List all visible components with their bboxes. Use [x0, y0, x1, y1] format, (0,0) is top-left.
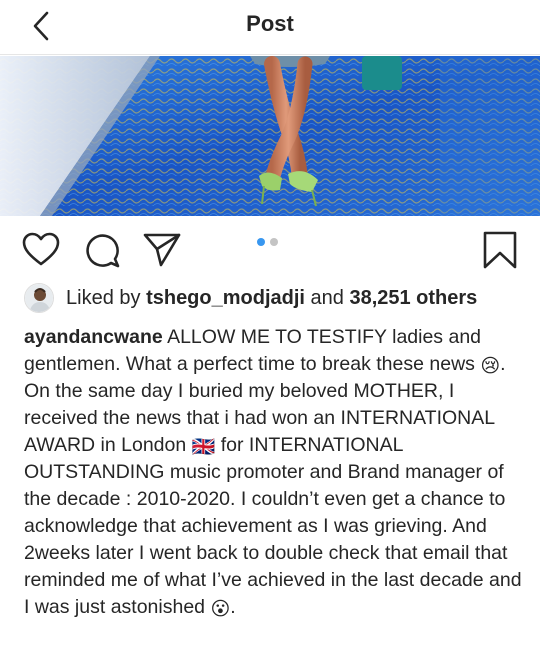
liker-avatar[interactable]: [24, 283, 54, 313]
comment-icon: [86, 234, 120, 268]
share-button[interactable]: [142, 230, 182, 270]
post-image[interactable]: [0, 56, 540, 216]
post-caption: ayandancwane ALLOW ME TO TESTIFY ladies …: [24, 324, 524, 621]
like-button[interactable]: [21, 230, 61, 270]
comment-button[interactable]: [82, 230, 122, 270]
caption-text-3: for INTERNATIONAL OUTSTANDING music prom…: [24, 434, 522, 618]
page-title: Post: [246, 11, 294, 36]
carousel-indicator: [257, 238, 278, 248]
carousel-dot: [270, 238, 278, 246]
likes-middle: and: [304, 286, 350, 309]
heart-icon: [22, 232, 60, 266]
caption-username[interactable]: ayandancwane: [24, 326, 163, 348]
likes-count[interactable]: 38,251 others: [349, 287, 477, 310]
avatar-image: [25, 284, 53, 312]
crying-face-emoji: 😢: [480, 356, 501, 377]
carousel-dot-active: [257, 238, 265, 246]
uk-flag-emoji: 🇬🇧: [191, 437, 216, 458]
share-icon: [143, 233, 181, 267]
astonished-face-emoji: 😮: [210, 599, 231, 620]
caption-text-4: .: [230, 596, 236, 618]
action-bar: [0, 216, 540, 282]
likes-prefix: Liked by: [66, 286, 147, 309]
save-button[interactable]: [479, 229, 521, 271]
likes-summary[interactable]: Liked by tshego_modjadji and 38,251 othe…: [24, 283, 477, 313]
post-photo-illustration: [0, 56, 540, 216]
bookmark-icon: [483, 231, 517, 269]
liker-username[interactable]: tshego_modjadji: [146, 287, 305, 310]
top-bar: Post: [0, 0, 540, 55]
